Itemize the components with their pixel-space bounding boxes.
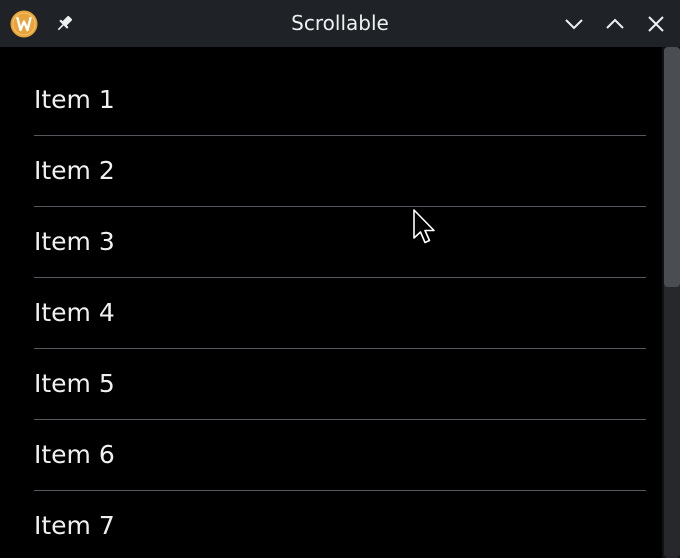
list-item-label: Item 6 [34,440,115,469]
app-window: Scrollable Item 1 Item 2 Item 3 Item 4 I… [0,0,680,558]
list-item-label: Item 1 [34,85,115,114]
list-item-label: Item 2 [34,156,115,185]
pin-icon[interactable] [52,12,76,36]
chevron-down-icon[interactable] [562,12,586,36]
list-item[interactable]: Item 7 [34,491,646,558]
title-bar[interactable]: Scrollable [0,0,680,47]
list-item[interactable]: Item 3 [34,207,646,278]
list-item[interactable]: Item 2 [34,136,646,207]
list-item[interactable]: Item 1 [34,65,646,136]
list-item-label: Item 7 [34,511,115,540]
list-item-label: Item 5 [34,369,115,398]
item-list: Item 1 Item 2 Item 3 Item 4 Item 5 Item … [34,65,646,558]
w-logo-icon[interactable] [10,10,38,38]
list-item[interactable]: Item 5 [34,349,646,420]
list-item[interactable]: Item 6 [34,420,646,491]
scrollbar-thumb[interactable] [664,47,680,287]
chevron-up-icon[interactable] [603,12,627,36]
list-item-label: Item 4 [34,298,115,327]
list-item[interactable]: Item 4 [34,278,646,349]
scroll-view[interactable]: Item 1 Item 2 Item 3 Item 4 Item 5 Item … [0,47,680,558]
vertical-scrollbar[interactable] [662,47,680,558]
close-icon[interactable] [644,12,668,36]
list-item-label: Item 3 [34,227,115,256]
